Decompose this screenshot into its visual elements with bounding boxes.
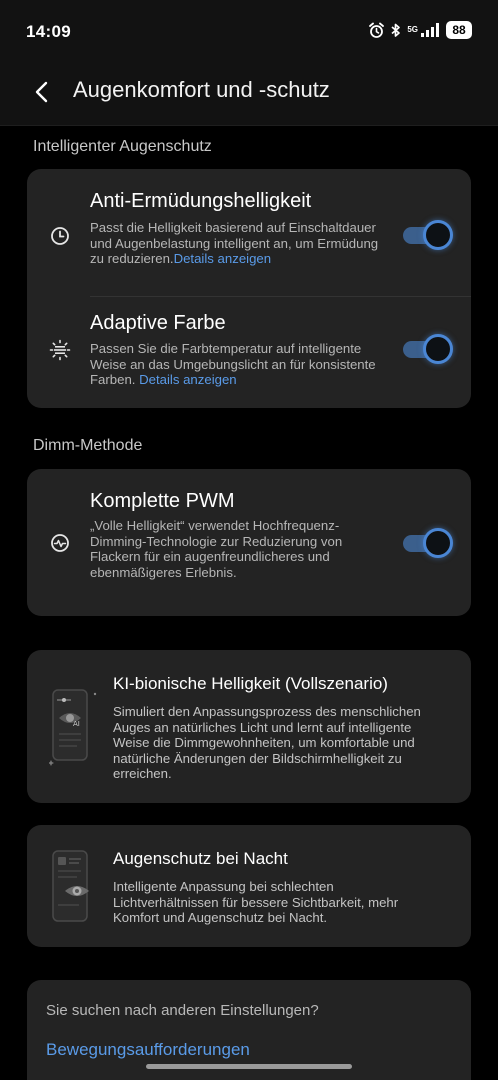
setting-title: Komplette PWM [90, 490, 235, 512]
setting-row-adaptive-color[interactable]: Adaptive Farbe Passen Sie die Farbtemper… [27, 297, 471, 408]
dimming-card: Komplette PWM „Volle Helligkeit“ verwend… [27, 469, 471, 616]
full-pwm-toggle[interactable] [399, 528, 453, 558]
sun-icon [49, 339, 71, 361]
night-eye-phone-icon [49, 849, 89, 925]
battery-level: 88 [452, 23, 466, 37]
network-type: 5G [407, 25, 418, 34]
page-title: Augenkomfort und -schutz [73, 77, 330, 102]
feature-description: Simuliert den Anpassungsprozess des mens… [113, 704, 421, 781]
setting-title: Anti-Ermüdungshelligkeit [90, 190, 312, 212]
section-label-dimming: Dimm-Methode [33, 437, 143, 454]
setting-description: Passen Sie die Farbtemperatur auf intell… [90, 341, 376, 387]
setting-row-anti-fatigue[interactable]: Anti-Ermüdungshelligkeit Passt die Helli… [27, 169, 471, 295]
back-button[interactable] [24, 76, 60, 112]
clock-icon [49, 225, 71, 247]
toggle-knob [423, 528, 453, 558]
setting-description: Passt die Helligkeit basierend auf Einsc… [90, 220, 379, 266]
setting-title: Adaptive Farbe [90, 312, 226, 334]
ai-eye-phone-icon: AI [48, 688, 97, 766]
svg-text:AI: AI [73, 720, 80, 728]
battery-icon: 88 [446, 21, 472, 39]
bluetooth-icon [390, 22, 402, 39]
alarm-icon [368, 22, 385, 39]
back-arrow-icon [35, 81, 49, 108]
section-label-intelligent: Intelligenter Augenschutz [33, 138, 212, 155]
feature-title: Augenschutz bei Nacht [113, 849, 288, 868]
feature-card-night-eye: Augenschutz bei Nacht Intelligente Anpas… [27, 825, 471, 947]
anti-fatigue-toggle[interactable] [399, 220, 453, 250]
suggestions-question: Sie suchen nach anderen Einstellungen? [46, 1002, 319, 1019]
feature-title: KI-bionische Helligkeit (Vollszenario) [113, 674, 388, 693]
toggle-knob [423, 334, 453, 364]
adaptive-color-toggle[interactable] [399, 334, 453, 364]
setting-description: „Volle Helligkeit“ verwendet Hochfrequen… [90, 518, 343, 580]
suggestion-link[interactable]: Bewegungsaufforderungen [46, 1040, 250, 1060]
status-time: 14:09 [26, 22, 71, 41]
setting-row-full-pwm[interactable]: Komplette PWM „Volle Helligkeit“ verwend… [27, 469, 471, 616]
status-bar: 14:09 5G 88 [0, 0, 498, 64]
status-icons: 5G 88 [368, 21, 472, 39]
wave-icon [49, 532, 71, 554]
home-indicator[interactable] [146, 1064, 352, 1069]
signal-icon [421, 23, 441, 37]
details-link[interactable]: Details anzeigen [139, 372, 237, 387]
details-link[interactable]: Details anzeigen [174, 251, 272, 266]
toggle-knob [423, 220, 453, 250]
app-header: Augenkomfort und -schutz [0, 64, 498, 126]
feature-card-ai-brightness: AI KI-bionische Helligkeit (Vollszenario… [27, 650, 471, 803]
feature-description: Intelligente Anpassung bei schlechten Li… [113, 879, 399, 925]
intelligent-card: Anti-Ermüdungshelligkeit Passt die Helli… [27, 169, 471, 408]
